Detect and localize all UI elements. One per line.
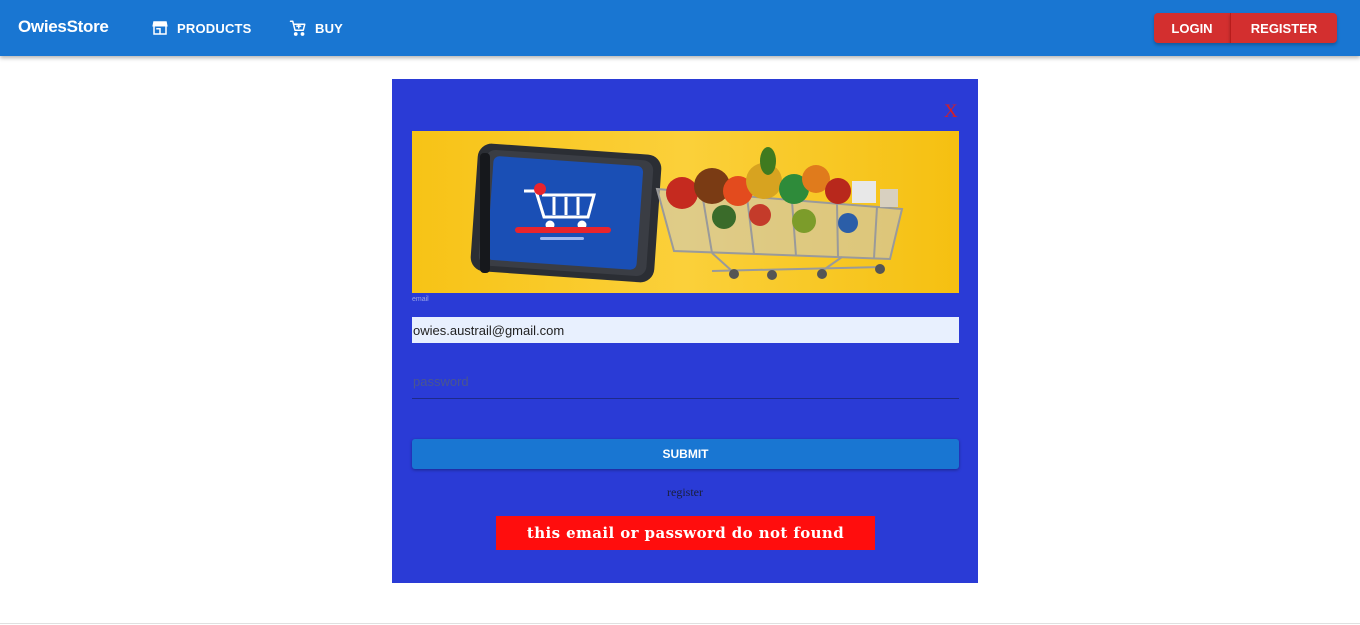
cart-icon bbox=[289, 19, 307, 37]
submit-button[interactable]: SUBMIT bbox=[412, 439, 959, 469]
password-field[interactable] bbox=[412, 365, 959, 399]
nav-products-label: PRODUCTS bbox=[177, 20, 252, 36]
brand-logo[interactable]: OwiesStore bbox=[18, 17, 109, 37]
error-message: this email or password do not found bbox=[496, 516, 875, 550]
login-button[interactable]: LOGIN bbox=[1154, 13, 1230, 43]
phone-cart-illustration bbox=[470, 143, 904, 283]
close-button[interactable]: X bbox=[944, 101, 958, 123]
nav-buy-label: BUY bbox=[315, 20, 344, 36]
auth-button-group: LOGIN REGISTER bbox=[1154, 13, 1337, 43]
nav-buy[interactable]: BUY bbox=[289, 18, 343, 38]
email-field[interactable] bbox=[412, 317, 959, 343]
register-button[interactable]: REGISTER bbox=[1230, 13, 1337, 43]
email-label: email bbox=[412, 296, 429, 303]
store-icon bbox=[151, 19, 169, 37]
login-panel: X email owies.austrail@gmail.com SUBMIT … bbox=[392, 79, 978, 583]
hero-image bbox=[412, 131, 959, 293]
register-link[interactable]: register bbox=[392, 485, 978, 500]
top-app-bar: OwiesStore PRODUCTS BUY LOGIN REGISTER bbox=[0, 0, 1360, 56]
nav-products[interactable]: PRODUCTS bbox=[151, 18, 252, 38]
page-bottom-divider bbox=[0, 623, 1360, 624]
